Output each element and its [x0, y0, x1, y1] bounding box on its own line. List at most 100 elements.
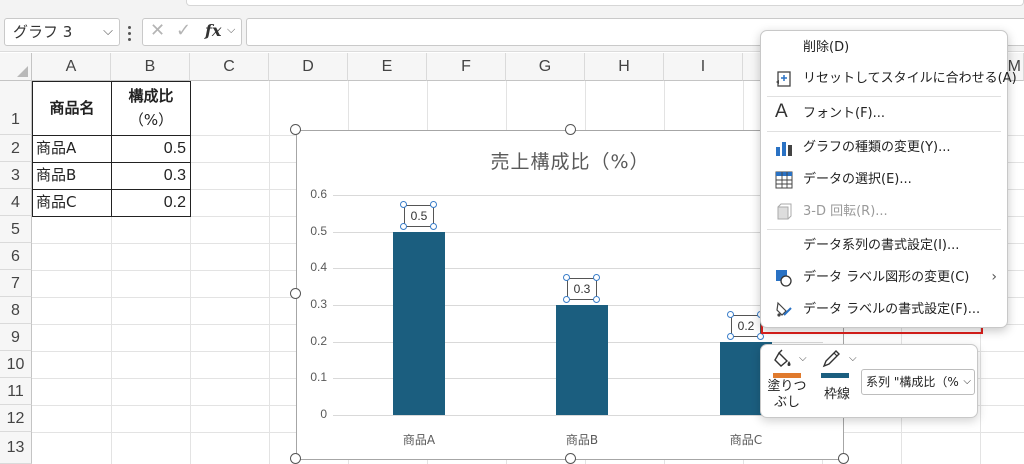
fill-color-swatch — [773, 373, 801, 378]
resize-handle[interactable] — [565, 124, 576, 135]
chevron-right-icon: › — [991, 269, 997, 285]
bar[interactable] — [393, 231, 445, 415]
rotate-3d-icon — [775, 203, 793, 221]
column-header-i[interactable]: I — [664, 53, 743, 81]
row-header-1[interactable]: 1 — [0, 81, 32, 135]
column-header-h[interactable]: H — [585, 53, 664, 81]
resize-handle[interactable] — [838, 453, 849, 464]
bar[interactable] — [556, 305, 608, 415]
y-tick-label: 0.6 — [310, 187, 327, 201]
menu-item-label: データ系列の書式設定(I)... — [803, 238, 960, 253]
menu-item-label: グラフの種類の変更(Y)... — [803, 140, 951, 155]
label-handle[interactable] — [593, 274, 600, 281]
row-header-12[interactable]: 12 — [0, 405, 32, 432]
menu-item-change-chart-type[interactable]: グラフの種類の変更(Y)... — [761, 133, 1007, 163]
label-handle[interactable] — [430, 200, 437, 208]
row-header-8[interactable]: 8 — [0, 297, 32, 324]
cell-ratio-value[interactable]: 0.2 — [111, 189, 191, 217]
insert-function-icon[interactable]: fx — [205, 21, 221, 40]
header-product-name[interactable]: 商品名 — [32, 81, 112, 136]
chevron-down-icon[interactable]: ⌵ — [227, 23, 235, 37]
label-handle[interactable] — [727, 332, 734, 340]
header-ratio[interactable]: 構成比 （%） — [111, 81, 191, 136]
y-tick-label: 0 — [320, 407, 327, 421]
label-handle[interactable] — [400, 222, 407, 230]
fill-label-line1: 塗りつ — [767, 379, 807, 394]
x-tick-label: 商品B — [565, 433, 599, 447]
menu-item-reset-style[interactable]: リセットしてスタイルに合わせる(A) — [761, 64, 1017, 94]
data-label[interactable]: 0.5 — [404, 204, 434, 227]
select-data-icon — [775, 171, 793, 189]
chevron-down-icon: ⌵ — [963, 376, 971, 387]
row-header-2[interactable]: 2 — [0, 135, 32, 162]
more-options-icon[interactable] — [128, 26, 132, 44]
label-handle[interactable] — [563, 274, 570, 281]
fill-label-line2: ぶし — [773, 395, 800, 410]
cancel-icon[interactable]: ✕ — [150, 20, 165, 41]
row-header-9[interactable]: 9 — [0, 324, 32, 351]
header-ratio-line1: 構成比 — [128, 87, 174, 105]
column-header-a[interactable]: A — [32, 53, 111, 81]
data-label[interactable]: 0.2 — [731, 314, 761, 337]
resize-handle[interactable] — [290, 124, 301, 135]
gridline — [333, 415, 823, 416]
cell-product-name[interactable]: 商品A — [32, 135, 112, 163]
resize-handle[interactable] — [290, 288, 301, 299]
y-tick-label: 0.4 — [310, 260, 327, 275]
row-header-10[interactable]: 10 — [0, 351, 32, 378]
label-handle[interactable] — [430, 222, 437, 230]
enter-icon[interactable]: ✓ — [176, 20, 191, 41]
menu-item-delete[interactable]: 削除(D) — [761, 33, 1007, 63]
x-tick-label: 商品C — [729, 433, 763, 447]
cell-product-name[interactable]: 商品C — [32, 189, 112, 217]
menu-item-label: 削除(D) — [803, 40, 850, 55]
fill-button[interactable]: ⌵ — [773, 349, 807, 379]
menu-item-change-label-shape[interactable]: データ ラベル図形の変更(C) › — [761, 263, 1007, 293]
row-header-7[interactable]: 7 — [0, 270, 32, 297]
column-header-g[interactable]: G — [506, 53, 585, 81]
menu-item-format-data-series[interactable]: データ系列の書式設定(I)... — [761, 231, 1007, 261]
menu-item-font[interactable]: A フォント(F)... — [761, 99, 1007, 129]
label-handle[interactable] — [400, 200, 407, 208]
font-icon: A — [775, 101, 788, 122]
series-select[interactable]: 系列 "構成比（% ⌵ — [861, 369, 975, 395]
x-tick-label: 商品A — [402, 433, 436, 447]
fill-label: 塗りつ ぶし — [767, 379, 807, 411]
name-box[interactable]: グラフ 3 ⌵ — [4, 18, 120, 46]
row-header-5[interactable]: 5 — [0, 216, 32, 243]
column-header-c[interactable]: C — [190, 53, 269, 81]
row-header-13[interactable]: 13 — [0, 432, 32, 464]
menu-item-select-data[interactable]: データの選択(E)... — [761, 165, 1007, 195]
resize-handle[interactable] — [565, 453, 576, 464]
row-header-6[interactable]: 6 — [0, 243, 32, 270]
reset-style-icon — [775, 70, 793, 88]
column-header-b[interactable]: B — [111, 53, 190, 81]
outline-button[interactable]: ⌵ — [819, 349, 857, 379]
cell-ratio-value[interactable]: 0.5 — [111, 135, 191, 163]
row-header-4[interactable]: 4 — [0, 189, 32, 216]
menu-item-label: フォント(F)... — [803, 106, 886, 121]
resize-handle[interactable] — [290, 453, 301, 464]
cell-ratio-value[interactable]: 0.3 — [111, 162, 191, 190]
label-handle[interactable] — [563, 296, 570, 303]
mini-toolbar: ⌵ 塗りつ ぶし ⌵ 枠線 系列 "構成比（% ⌵ — [760, 344, 978, 418]
label-handle[interactable] — [593, 296, 600, 303]
name-box-value: グラフ 3 — [13, 23, 73, 41]
data-label[interactable]: 0.3 — [567, 278, 597, 300]
menu-item-label: データ ラベルの書式設定(F)... — [803, 302, 981, 317]
column-header-f[interactable]: F — [427, 53, 506, 81]
header-ratio-line2: （%） — [128, 111, 174, 129]
column-header-d[interactable]: D — [269, 53, 348, 81]
chevron-down-icon[interactable]: ⌵ — [103, 19, 113, 45]
column-header-e[interactable]: E — [348, 53, 427, 81]
menu-item-format-data-labels[interactable]: データ ラベルの書式設定(F)... — [761, 295, 1007, 325]
select-all-button[interactable] — [0, 53, 32, 81]
y-tick-label: 0.2 — [310, 333, 327, 348]
format-label-icon — [775, 301, 793, 319]
pen-icon — [822, 350, 840, 368]
label-handle[interactable] — [727, 310, 734, 318]
chevron-down-icon: ⌵ — [849, 353, 857, 364]
row-header-3[interactable]: 3 — [0, 162, 32, 189]
cell-product-name[interactable]: 商品B — [32, 162, 112, 190]
row-header-11[interactable]: 11 — [0, 378, 32, 405]
